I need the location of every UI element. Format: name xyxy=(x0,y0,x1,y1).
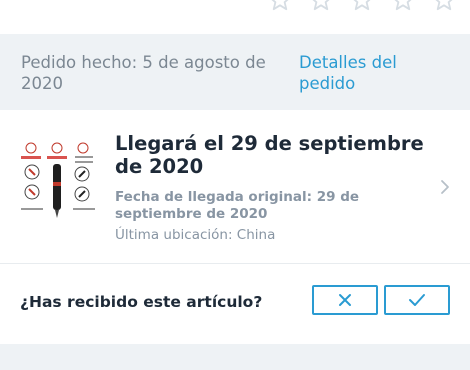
arrival-date-title: Llegará el 29 de septiembre de 2020 xyxy=(115,132,424,178)
order-date: Pedido hecho: 5 de agosto de 2020 xyxy=(21,53,266,93)
star-icon[interactable] xyxy=(350,0,374,12)
order-details-link[interactable]: Detalles del pedido xyxy=(299,52,419,94)
product-thumbnail xyxy=(17,142,97,230)
order-header: Pedido hecho: 5 de agosto de 2020 Detall… xyxy=(0,34,470,110)
received-button[interactable] xyxy=(384,285,450,315)
not-received-button[interactable] xyxy=(312,285,378,315)
chevron-right-icon xyxy=(441,180,449,194)
original-arrival-date: Fecha de llegada original: 29 de septiem… xyxy=(115,189,360,222)
check-icon xyxy=(409,294,425,306)
star-icon[interactable] xyxy=(432,0,456,12)
close-icon xyxy=(339,294,351,306)
bottom-spacer xyxy=(0,344,470,370)
received-question: ¿Has recibido este artículo? xyxy=(20,293,263,311)
star-icon[interactable] xyxy=(268,0,292,12)
received-confirmation-row: ¿Has recibido este artículo? xyxy=(0,264,470,344)
rating-stars[interactable] xyxy=(268,0,456,12)
star-icon[interactable] xyxy=(309,0,333,12)
order-item-card[interactable]: Llegará el 29 de septiembre de 2020 Fech… xyxy=(0,110,470,263)
last-location: Última ubicación: China xyxy=(115,227,276,243)
rating-strip xyxy=(0,0,470,34)
star-icon[interactable] xyxy=(391,0,415,12)
